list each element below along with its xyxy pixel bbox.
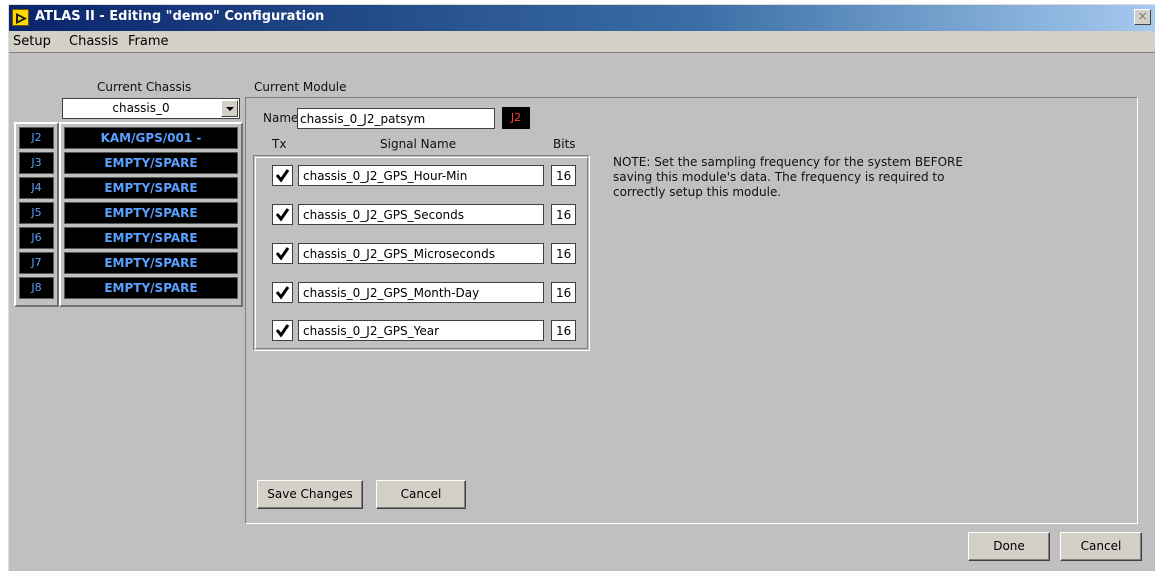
tx-checkbox[interactable]: [272, 204, 293, 225]
bits-input[interactable]: 16: [551, 243, 576, 264]
current-module-label: Current Module: [254, 80, 347, 94]
note-line: NOTE: Set the sampling frequency for the…: [613, 155, 963, 169]
bits-input[interactable]: 16: [551, 204, 576, 225]
menu-frame[interactable]: Frame: [128, 34, 169, 49]
slot-module-button[interactable]: EMPTY/SPARE: [64, 277, 238, 299]
sampling-note: NOTE: Set the sampling frequency for the…: [613, 155, 1033, 200]
note-line: correctly setup this module.: [613, 185, 782, 199]
bits-input[interactable]: 16: [551, 165, 576, 186]
tx-checkbox[interactable]: [272, 282, 293, 303]
close-button[interactable]: ×: [1134, 9, 1151, 25]
chassis-select-value: chassis_0: [112, 101, 170, 115]
signal-name-input[interactable]: chassis_0_J2_GPS_Seconds: [298, 204, 544, 225]
slot-id[interactable]: J4: [19, 177, 54, 199]
module-name-input[interactable]: chassis_0_J2_patsym: [297, 108, 495, 129]
current-chassis-label: Current Chassis: [97, 80, 192, 94]
tx-checkbox[interactable]: [272, 243, 293, 264]
module-slot-badge: J2: [502, 107, 530, 129]
app-icon: [12, 9, 29, 26]
signal-name-input[interactable]: chassis_0_J2_GPS_Year: [298, 320, 544, 341]
slot-module-button[interactable]: EMPTY/SPARE: [64, 152, 238, 174]
done-button[interactable]: Done: [968, 532, 1050, 561]
tx-checkbox[interactable]: [272, 320, 293, 341]
name-label: Name: [263, 111, 299, 125]
slot-id[interactable]: J8: [19, 277, 54, 299]
slot-id[interactable]: J6: [19, 227, 54, 249]
tx-checkbox[interactable]: [272, 165, 293, 186]
slot-module-button[interactable]: EMPTY/SPARE: [64, 227, 238, 249]
chassis-select[interactable]: chassis_0: [62, 98, 240, 119]
module-cancel-button[interactable]: Cancel: [376, 480, 466, 509]
slot-id-list: J2 J3 J4 J5 J6 J7 J8: [14, 122, 59, 307]
note-line: saving this module's data. The frequency…: [613, 170, 945, 184]
bits-input[interactable]: 16: [551, 320, 576, 341]
slot-id[interactable]: J3: [19, 152, 54, 174]
window-title: ATLAS II - Editing "demo" Configuration: [35, 9, 325, 24]
slot-id[interactable]: J5: [19, 202, 54, 224]
slot-module-list: KAM/GPS/001 - EMPTY/SPARE EMPTY/SPARE EM…: [59, 122, 243, 307]
menu-bar: Setup Chassis Frame: [9, 31, 1155, 53]
slot-module-button[interactable]: EMPTY/SPARE: [64, 252, 238, 274]
slot-module-button[interactable]: KAM/GPS/001 -: [64, 127, 238, 149]
slot-module-button[interactable]: EMPTY/SPARE: [64, 202, 238, 224]
signal-name-input[interactable]: chassis_0_J2_GPS_Hour-Min: [298, 165, 544, 186]
tx-column-header: Tx: [272, 137, 287, 151]
bits-column-header: Bits: [553, 137, 576, 151]
title-bar[interactable]: ATLAS II - Editing "demo" Configuration …: [9, 5, 1155, 31]
signal-name-column-header: Signal Name: [380, 137, 457, 151]
bits-input[interactable]: 16: [551, 282, 576, 303]
slot-id[interactable]: J7: [19, 252, 54, 274]
dialog-cancel-button[interactable]: Cancel: [1060, 532, 1142, 561]
chevron-down-icon[interactable]: [221, 100, 238, 117]
save-changes-button[interactable]: Save Changes: [257, 480, 363, 509]
menu-setup[interactable]: Setup: [13, 34, 51, 49]
slot-module-button[interactable]: EMPTY/SPARE: [64, 177, 238, 199]
signal-name-input[interactable]: chassis_0_J2_GPS_Microseconds: [298, 243, 544, 264]
slot-id[interactable]: J2: [19, 127, 54, 149]
signal-name-input[interactable]: chassis_0_J2_GPS_Month-Day: [298, 282, 544, 303]
menu-chassis[interactable]: Chassis: [69, 34, 118, 49]
